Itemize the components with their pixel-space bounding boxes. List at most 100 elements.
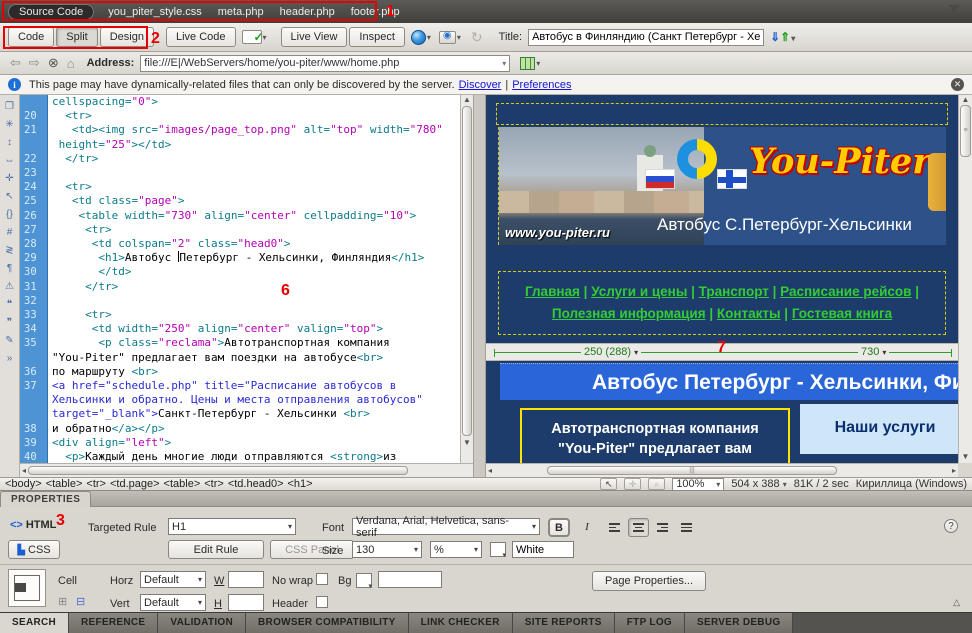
align-right-button[interactable] — [652, 518, 673, 537]
results-tab-link-checker[interactable]: LINK CHECKER — [409, 613, 513, 633]
site-nav-link[interactable]: Услуги и цены — [591, 284, 687, 299]
code-line[interactable]: 25 <td class="page"> — [20, 194, 460, 208]
view-options-icon[interactable] — [520, 57, 535, 70]
html-mode-button[interactable]: <>HTML — [10, 519, 56, 531]
design-view[interactable]: You-Piter Автобус С.Петербург-Хельсинки … — [486, 95, 972, 477]
help-icon[interactable]: ? — [944, 519, 958, 533]
close-infobar-icon[interactable]: ✕ — [951, 78, 964, 91]
open-documents-icon[interactable]: ❐ — [2, 99, 18, 114]
back-icon[interactable]: ⇦ — [10, 55, 21, 71]
site-nav-link[interactable]: Гостевая книга — [792, 306, 892, 321]
apply-comment-icon[interactable]: ❝ — [2, 297, 18, 312]
code-line[interactable]: 20 <tr> — [20, 109, 460, 123]
preferences-link[interactable]: Preferences — [512, 79, 571, 91]
code-vertical-scrollbar[interactable]: ▲▼ — [460, 95, 473, 463]
split-cell-icon[interactable]: ⊟ — [76, 595, 85, 608]
check-browser-compatibility-icon[interactable]: ▾ — [242, 30, 267, 44]
results-tab-ftp-log[interactable]: FTP LOG — [615, 613, 685, 633]
remove-comment-icon[interactable]: ❞ — [2, 315, 18, 330]
code-line[interactable]: target="_blank">Санкт-Петербург - Хельси… — [20, 407, 460, 421]
align-justify-button[interactable] — [676, 518, 697, 537]
code-line[interactable]: "You-Piter" предлагает вам поездки на ав… — [20, 351, 460, 365]
font-select[interactable]: Verdana, Arial, Helvetica, sans-serif▾ — [352, 518, 540, 535]
code-line[interactable]: 36по маршруту <br> — [20, 365, 460, 379]
text-color-field[interactable] — [512, 541, 574, 558]
highlight-invalid-code-icon[interactable]: ≷ — [2, 243, 18, 258]
code-line[interactable]: 28 <td colspan="2" class="head0"> — [20, 237, 460, 251]
code-line[interactable]: 32 — [20, 294, 460, 308]
height-field[interactable] — [228, 594, 264, 611]
forward-icon[interactable]: ⇨ — [29, 55, 40, 71]
code-editor[interactable]: cellspacing="0">20 <tr>21 <td><img src="… — [20, 95, 460, 464]
syntax-error-alerts-icon[interactable]: ⚠ — [2, 279, 18, 294]
tag-selector-item[interactable]: <h1> — [288, 478, 313, 490]
code-line[interactable]: 37<a href="schedule.php" title="Расписан… — [20, 379, 460, 393]
align-center-button[interactable] — [628, 518, 649, 537]
tag-selector-item[interactable]: <td.page> — [110, 478, 160, 490]
file-management-icon[interactable]: ⇓⇑▾ — [770, 30, 795, 44]
live-view-button[interactable]: Live View — [281, 27, 348, 47]
results-tab-validation[interactable]: VALIDATION — [158, 613, 246, 633]
code-line[interactable]: 34 <td width="250" align="center" valign… — [20, 322, 460, 336]
pointer-tool-icon[interactable]: ↖ — [600, 478, 617, 490]
code-line[interactable]: 31 </tr> — [20, 280, 460, 294]
code-horizontal-scrollbar[interactable]: ◂ — [20, 463, 473, 477]
code-line[interactable]: 30 </td> — [20, 265, 460, 279]
results-tab-site-reports[interactable]: SITE REPORTS — [513, 613, 615, 633]
zoom-tool-icon[interactable]: ⌕ — [648, 478, 665, 490]
code-line[interactable]: 29 <h1>Автобус Петербург - Хельсинки, Фи… — [20, 251, 460, 265]
preview-in-browser-icon[interactable]: ▾ — [411, 30, 431, 45]
code-line[interactable]: 24 <tr> — [20, 180, 460, 194]
site-nav-link[interactable]: Расписание рейсов — [780, 284, 911, 299]
split-divider[interactable] — [473, 95, 486, 477]
size-unit-select[interactable]: %▾ — [430, 541, 482, 558]
results-tab-search[interactable]: SEARCH — [0, 613, 69, 633]
site-nav-link[interactable]: Полезная информация — [552, 306, 706, 321]
code-line[interactable]: cellspacing="0"> — [20, 95, 460, 109]
view-options-caret-icon[interactable]: ▾ — [536, 59, 540, 68]
no-wrap-checkbox[interactable] — [316, 573, 328, 585]
site-nav-link[interactable]: Главная — [525, 284, 580, 299]
results-tab-browser-compatibility[interactable]: BROWSER COMPATIBILITY — [246, 613, 409, 633]
home-icon[interactable]: ⌂ — [67, 56, 75, 71]
code-line[interactable]: 23 — [20, 166, 460, 180]
site-nav-link[interactable]: Транспорт — [699, 284, 769, 299]
magnification-select[interactable]: 100%▾ — [672, 478, 724, 491]
width-field[interactable] — [228, 571, 264, 588]
text-color-swatch[interactable] — [490, 542, 506, 557]
design-vertical-scrollbar[interactable]: ▲≡▼ — [958, 95, 972, 463]
code-line[interactable]: height="25"></td> — [20, 138, 460, 152]
site-nav-link[interactable]: Контакты — [717, 306, 781, 321]
tag-selector-item[interactable]: <td.head0> — [228, 478, 284, 490]
code-line[interactable]: 33 <tr> — [20, 308, 460, 322]
code-line[interactable]: 27 <tr> — [20, 223, 460, 237]
horz-select[interactable]: Default▾ — [140, 571, 206, 588]
bg-color-field[interactable] — [378, 571, 442, 588]
word-wrap-icon[interactable]: ¶ — [2, 261, 18, 276]
window-size-value[interactable]: 504 x 388 ▾ — [731, 478, 786, 490]
inspect-button[interactable]: Inspect — [349, 27, 404, 47]
code-line[interactable]: 35 <p class="reclama">Автотранспортная к… — [20, 336, 460, 350]
collapse-panel-icon[interactable]: △ — [953, 597, 960, 608]
edit-rule-button[interactable]: Edit Rule — [168, 540, 264, 559]
bg-color-swatch[interactable] — [356, 573, 372, 588]
tag-selector-item[interactable]: <table> — [46, 478, 83, 490]
code-line[interactable]: Хельсинки и обратно. Цены и места отправ… — [20, 393, 460, 407]
collapse-selection-icon[interactable]: ⇔ — [2, 153, 18, 168]
results-tab-server-debug[interactable]: SERVER DEBUG — [685, 613, 793, 633]
bold-button[interactable]: B — [548, 518, 570, 537]
tag-selector-item[interactable]: <body> — [5, 478, 42, 490]
results-tab-reference[interactable]: REFERENCE — [69, 613, 158, 633]
tag-selector-item[interactable]: <tr> — [86, 478, 106, 490]
code-line[interactable]: 39<div align="left"> — [20, 436, 460, 450]
format-source-code-icon[interactable]: ✎ — [2, 333, 18, 348]
hand-tool-icon[interactable]: ✛ — [624, 478, 641, 490]
design-horizontal-scrollbar[interactable]: ◂|||▸ — [486, 463, 958, 477]
code-line[interactable]: 22 </tr> — [20, 152, 460, 166]
discover-link[interactable]: Discover — [459, 79, 502, 91]
size-select[interactable]: 130▾ — [352, 541, 422, 558]
expand-all-icon[interactable]: ✛ — [2, 171, 18, 186]
italic-button[interactable]: I — [576, 518, 598, 537]
address-dropdown-icon[interactable]: ▾ — [502, 59, 506, 68]
line-numbers-icon[interactable]: # — [2, 225, 18, 240]
